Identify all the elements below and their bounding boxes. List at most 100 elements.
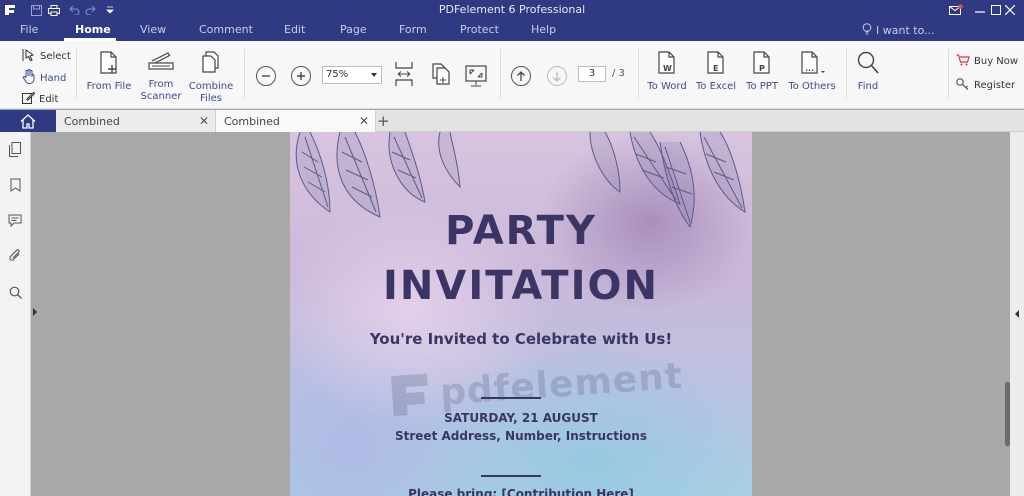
fit-width-icon[interactable] — [394, 61, 414, 90]
menu-home[interactable]: Home — [75, 23, 111, 36]
combine-label-1: Combine — [188, 81, 234, 92]
buy-now-link[interactable]: Buy Now — [956, 54, 1018, 69]
document-tab[interactable]: Combined ✕ — [56, 110, 216, 132]
rotate-page-icon[interactable] — [430, 63, 450, 90]
i-want-to-label: I want to... — [876, 24, 935, 37]
window-title: PDFelement 6 Professional — [438, 3, 586, 16]
hand-icon — [22, 69, 36, 87]
other-file-icon: ... — [797, 51, 827, 79]
find-label: Find — [857, 81, 879, 92]
sidebar-collapse-icon[interactable] — [32, 306, 40, 316]
hand-mode-button[interactable]: Hand — [22, 69, 66, 87]
svg-text:...: ... — [805, 64, 814, 73]
document-tab-active[interactable]: Combined ✕ — [216, 110, 376, 132]
select-mode-button[interactable]: Select — [22, 48, 71, 65]
menu-file[interactable]: File — [20, 23, 38, 36]
next-page-button[interactable] — [547, 66, 567, 86]
to-word-label: To Word — [647, 81, 687, 92]
pdf-page: PARTY INVITATION You're Invited to Celeb… — [290, 132, 752, 496]
from-file-button[interactable]: From File — [86, 51, 132, 93]
close-tab-icon[interactable]: ✕ — [199, 114, 209, 128]
to-excel-label: To Excel — [695, 81, 737, 92]
attachment-icon[interactable] — [7, 248, 23, 264]
tab-label: Combined — [224, 114, 280, 128]
menu-comment[interactable]: Comment — [199, 23, 253, 36]
ribbon-separator — [500, 49, 501, 99]
ribbon-toolbar: Select Hand Edit From File From Scanner … — [0, 41, 1024, 109]
ribbon-separator — [76, 49, 77, 99]
search-icon[interactable] — [7, 284, 23, 300]
menu-protect[interactable]: Protect — [460, 23, 499, 36]
pdfelement-watermark: pdfelement — [389, 354, 684, 418]
comment-icon[interactable] — [7, 212, 23, 228]
register-label: Register — [974, 80, 1016, 91]
bring-note: Please bring: [Contribution Here] — [408, 487, 634, 496]
to-word-button[interactable]: W To Word — [644, 51, 690, 93]
menu-form[interactable]: Form — [399, 23, 427, 36]
edit-pencil-icon — [22, 91, 36, 107]
menu-edit[interactable]: Edit — [284, 23, 305, 36]
word-file-icon: W — [656, 51, 678, 79]
select-label: Select — [40, 51, 71, 62]
zoom-in-button[interactable] — [291, 66, 311, 86]
to-others-button[interactable]: ... To Others — [786, 51, 838, 93]
register-link[interactable]: Register — [956, 78, 1015, 93]
full-screen-icon[interactable] — [465, 65, 487, 90]
lightbulb-icon — [862, 23, 872, 38]
previous-page-button[interactable] — [511, 66, 531, 86]
svg-text:P: P — [759, 64, 765, 73]
new-tab-icon[interactable]: + — [377, 112, 390, 130]
menu-help[interactable]: Help — [531, 23, 556, 36]
svg-text:E: E — [713, 64, 718, 73]
ppt-file-icon: P — [751, 51, 773, 79]
invitation-title-line1: PARTY — [445, 208, 597, 254]
arrow-down-icon — [553, 71, 561, 82]
chevron-down-icon — [371, 73, 377, 77]
divider-line — [481, 475, 541, 477]
combine-files-icon — [200, 51, 222, 79]
from-scanner-label-2: Scanner — [140, 91, 182, 102]
combine-files-button[interactable]: Combine Files — [188, 51, 234, 105]
right-panel-expand-icon[interactable] — [1014, 308, 1020, 321]
close-tab-icon[interactable]: ✕ — [359, 114, 369, 128]
title-bar: PDFelement 6 Professional — [0, 0, 1024, 20]
select-cursor-icon — [22, 48, 36, 65]
plus-icon — [297, 72, 305, 80]
zoom-value: 75% — [326, 69, 349, 80]
home-icon — [20, 113, 36, 129]
vertical-scrollbar-thumb[interactable] — [1005, 382, 1010, 446]
edit-mode-button[interactable]: Edit — [22, 91, 58, 107]
key-icon — [956, 78, 970, 93]
from-scanner-label-1: From — [148, 79, 174, 90]
excel-file-icon: E — [705, 51, 727, 79]
to-others-label: To Others — [788, 81, 836, 92]
tab-label: Combined — [64, 114, 120, 128]
home-tab[interactable] — [0, 110, 56, 132]
zoom-out-button[interactable] — [256, 66, 276, 86]
from-scanner-button[interactable]: From Scanner — [138, 51, 184, 103]
find-button[interactable]: Find — [852, 51, 884, 93]
to-ppt-button[interactable]: P To PPT — [739, 51, 785, 93]
event-address: Street Address, Number, Instructions — [395, 429, 647, 443]
document-tabs-bar: Combined ✕ Combined ✕ + — [0, 110, 1024, 132]
combine-label-2: Files — [200, 93, 222, 104]
page-number-input[interactable]: 3 — [578, 66, 606, 82]
ribbon-separator — [948, 49, 949, 99]
svg-text:W: W — [663, 64, 672, 73]
divider-line — [481, 397, 541, 399]
page-total: / 3 — [612, 68, 625, 79]
bookmark-icon[interactable] — [7, 177, 23, 193]
scanner-icon — [148, 51, 174, 77]
ribbon-separator — [638, 49, 639, 99]
invitation-subtitle: You're Invited to Celebrate with Us! — [369, 330, 673, 348]
menu-view[interactable]: View — [140, 23, 166, 36]
i-want-to-search[interactable]: I want to... — [862, 23, 935, 38]
new-file-icon — [98, 51, 120, 79]
to-excel-button[interactable]: E To Excel — [693, 51, 739, 93]
zoom-select[interactable]: 75% — [322, 66, 382, 84]
left-sidebar — [0, 132, 31, 496]
menu-page[interactable]: Page — [340, 23, 367, 36]
close-icon[interactable] — [996, 0, 1024, 20]
thumbnails-icon[interactable] — [7, 141, 23, 157]
ribbon-separator — [244, 49, 245, 99]
